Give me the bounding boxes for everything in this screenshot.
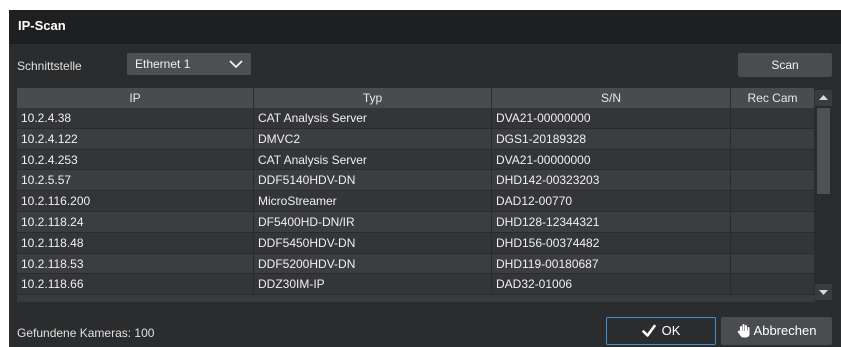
column-header-type[interactable]: Typ <box>254 88 492 108</box>
ok-button[interactable]: OK <box>606 317 716 345</box>
cell-serial: DHD142-00323203 <box>492 170 731 191</box>
cell-ip: 10.2.4.253 <box>17 149 254 170</box>
interface-select-value: Ethernet 1 <box>135 57 191 71</box>
table-body: 10.2.4.38 CAT Analysis Server DVA21-0000… <box>17 108 815 296</box>
found-cameras-label: Gefundene Kameras: 100 <box>17 326 155 340</box>
cell-rec-cam <box>731 232 815 253</box>
scroll-up-button[interactable] <box>815 90 832 106</box>
cell-ip: 10.2.4.122 <box>17 128 254 149</box>
title-bar: IP-Scan <box>9 10 841 44</box>
table-row[interactable]: 10.2.116.200 MicroStreamer DAD12-00770 <box>17 191 815 212</box>
column-header-serial[interactable]: S/N <box>492 88 731 108</box>
scroll-down-button[interactable] <box>815 284 832 300</box>
table-row[interactable]: 10.2.118.24 DF5400HD-DN/IR DHD128-123443… <box>17 211 815 233</box>
table-header: IP Typ S/N Rec Cam <box>17 88 815 108</box>
cell-type: DDF5200HDV-DN <box>254 253 492 274</box>
cell-rec-cam <box>731 253 815 274</box>
dialog-title: IP-Scan <box>18 18 66 33</box>
cell-ip: 10.2.118.48 <box>17 232 254 253</box>
camera-table: IP Typ S/N Rec Cam 10.2.4.38 CAT Analysi… <box>17 88 832 302</box>
cell-rec-cam <box>731 170 815 191</box>
cell-ip: 10.2.5.57 <box>17 170 254 191</box>
cancel-button-label: Abbrechen <box>753 323 817 338</box>
cell-type: MicroStreamer <box>254 191 492 211</box>
checkmark-icon <box>641 324 656 337</box>
column-header-ip[interactable]: IP <box>17 88 254 108</box>
cell-type: DMVC2 <box>254 128 492 149</box>
cell-rec-cam <box>731 191 815 211</box>
cell-type: DF5400HD-DN/IR <box>254 211 492 232</box>
table-row[interactable]: 10.2.118.53 DDF5200HDV-DN DHD119-0018068… <box>17 253 815 275</box>
interface-select[interactable]: Ethernet 1 <box>127 53 251 75</box>
cell-type: DDZ30IM-IP <box>254 274 492 295</box>
hand-icon <box>737 324 750 338</box>
cancel-button[interactable]: Abbrechen <box>721 317 832 345</box>
table-row[interactable]: 10.2.4.38 CAT Analysis Server DVA21-0000… <box>17 108 815 129</box>
ok-button-label: OK <box>661 323 681 338</box>
cell-serial: DVA21-00000000 <box>492 149 731 170</box>
table-row[interactable]: 10.2.118.66 DDZ30IM-IP DAD32-01006 <box>17 274 815 296</box>
cell-type: CAT Analysis Server <box>254 149 492 170</box>
arrow-down-icon <box>819 290 828 295</box>
table-row[interactable]: 10.2.4.253 CAT Analysis Server DVA21-000… <box>17 149 815 171</box>
cell-type: CAT Analysis Server <box>254 108 492 128</box>
table-row[interactable]: 10.2.4.122 DMVC2 DGS1-20189328 <box>17 128 815 150</box>
cell-serial: DHD128-12344321 <box>492 211 731 232</box>
cell-rec-cam <box>731 108 815 128</box>
cell-rec-cam <box>731 211 815 232</box>
cell-rec-cam <box>731 149 815 170</box>
cell-serial: DVA21-00000000 <box>492 108 731 128</box>
interface-label: Schnittstelle <box>17 59 82 73</box>
cell-serial: DHD156-00374482 <box>492 232 731 253</box>
cell-ip: 10.2.118.24 <box>17 211 254 232</box>
table-row[interactable]: 10.2.118.48 DDF5450HDV-DN DHD156-0037448… <box>17 232 815 254</box>
cell-ip: 10.2.116.200 <box>17 191 254 211</box>
cell-ip: 10.2.118.66 <box>17 274 254 295</box>
cell-serial: DAD32-01006 <box>492 274 731 295</box>
chevron-down-icon <box>229 60 243 69</box>
cell-type: DDF5140HDV-DN <box>254 170 492 191</box>
cell-ip: 10.2.118.53 <box>17 253 254 274</box>
scrollbar-thumb[interactable] <box>817 108 830 194</box>
cell-serial: DGS1-20189328 <box>492 128 731 149</box>
cell-rec-cam <box>731 274 815 295</box>
column-header-rec-cam[interactable]: Rec Cam <box>731 88 815 108</box>
ip-scan-dialog: IP-Scan Schnittstelle Ethernet 1 Scan IP… <box>9 10 841 347</box>
vertical-scrollbar[interactable] <box>815 88 832 302</box>
table-row[interactable]: 10.2.5.57 DDF5140HDV-DN DHD142-00323203 <box>17 170 815 192</box>
cell-serial: DAD12-00770 <box>492 191 731 211</box>
cell-rec-cam <box>731 128 815 149</box>
scan-button[interactable]: Scan <box>738 53 832 77</box>
cell-type: DDF5450HDV-DN <box>254 232 492 253</box>
cell-serial: DHD119-00180687 <box>492 253 731 274</box>
arrow-up-icon <box>819 95 828 100</box>
cell-ip: 10.2.4.38 <box>17 108 254 128</box>
